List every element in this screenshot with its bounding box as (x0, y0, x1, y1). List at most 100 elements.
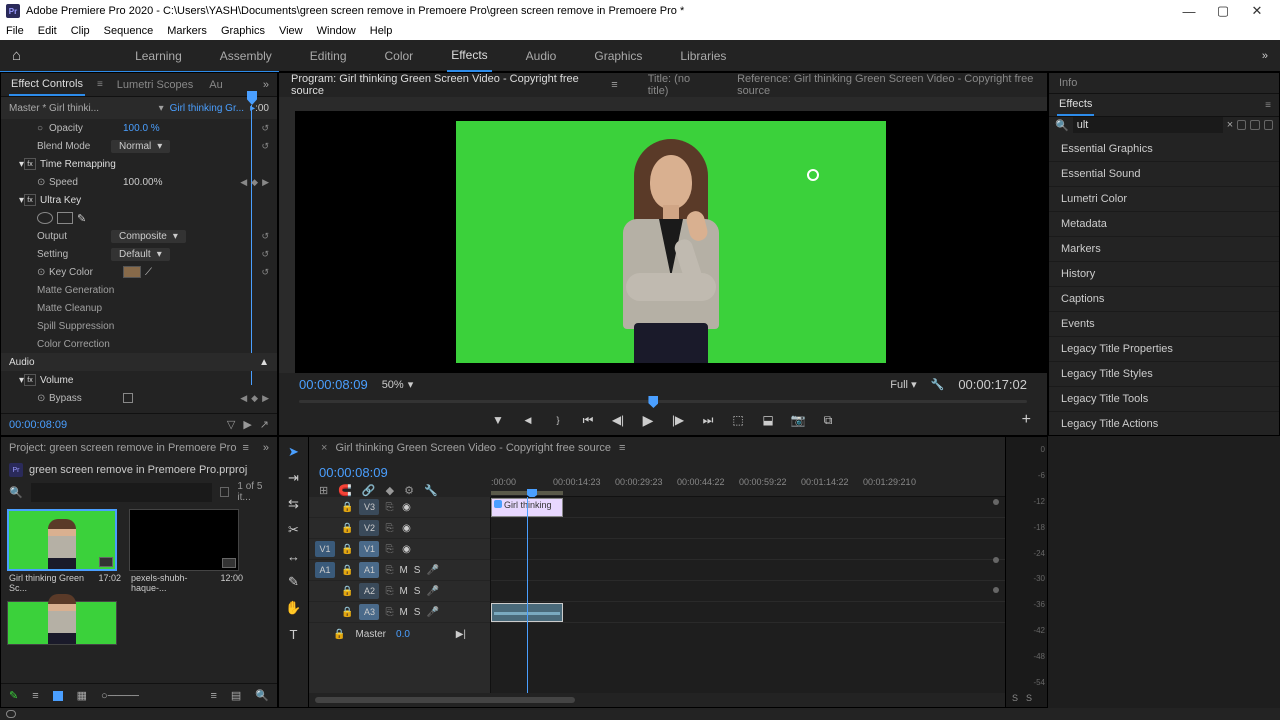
accel-badge-icon[interactable] (1237, 120, 1246, 130)
tab-info[interactable]: Info (1057, 73, 1079, 93)
time-ruler[interactable]: :00:00 00:00:14:23 00:00:29:23 00:00:44:… (491, 475, 1005, 497)
seq-menu-icon[interactable]: ≡ (619, 442, 625, 454)
scroll-marker-icon[interactable] (993, 587, 999, 593)
ec-output-reset-icon[interactable]: ↺ (261, 231, 269, 242)
effects-menu-icon[interactable]: ≡ (1265, 100, 1271, 111)
resolution-dropdown[interactable]: Full ▾ (890, 378, 916, 391)
ec-spill[interactable]: Spill Suppression (37, 321, 114, 332)
track-head-v3[interactable]: 🔒V3⎘◉ (309, 497, 490, 518)
ec-time-remap[interactable]: Time Remapping (40, 159, 116, 170)
ws-learning[interactable]: Learning (131, 41, 186, 71)
tab-effect-controls[interactable]: Effect Controls (9, 74, 85, 96)
ec-bypass-label[interactable]: Bypass (49, 393, 123, 404)
menu-clip[interactable]: Clip (71, 25, 90, 37)
ec-blend-dropdown[interactable]: Normal▾ (111, 140, 170, 153)
panel-essential-sound[interactable]: Essential Sound (1049, 162, 1279, 187)
write-icon[interactable]: ✎ (9, 689, 18, 702)
track-head-v1[interactable]: V1🔒V1⎘◉ (309, 539, 490, 560)
extract-button[interactable]: ⬓ (760, 412, 776, 428)
list-view-icon[interactable]: ≡ (32, 690, 38, 702)
menu-sequence[interactable]: Sequence (104, 25, 154, 37)
ws-color[interactable]: Color (381, 41, 418, 71)
nest-icon[interactable]: ⊞ (319, 484, 328, 497)
project-tab[interactable]: Project: green screen remove in Premoere… (9, 442, 236, 454)
settings-icon[interactable]: ⚙ (404, 484, 414, 497)
hand-tool[interactable]: ✋ (285, 599, 303, 617)
sort-icon[interactable]: ≡ (210, 690, 216, 702)
master-value[interactable]: 0.0 (396, 629, 410, 640)
playhead-icon[interactable] (648, 396, 658, 408)
solo-l-button[interactable]: S (1012, 693, 1018, 703)
ruler-horizontal[interactable] (279, 97, 1047, 111)
mask-ellipse-icon[interactable] (37, 212, 53, 224)
tab-lumetri-scopes[interactable]: Lumetri Scopes (115, 75, 195, 95)
ws-effects[interactable]: Effects (447, 40, 491, 72)
panel-legacy-title-tools[interactable]: Legacy Title Tools (1049, 387, 1279, 412)
ws-assembly[interactable]: Assembly (216, 41, 276, 71)
panel-legacy-title-styles[interactable]: Legacy Title Styles (1049, 362, 1279, 387)
prog-tab-menu-icon[interactable]: ≡ (611, 79, 617, 91)
button-editor-icon[interactable]: + (1022, 411, 1031, 429)
fx-icon[interactable]: fx (24, 374, 36, 386)
automate-icon[interactable]: ▤ (231, 689, 241, 702)
mask-rect-icon[interactable] (57, 212, 73, 224)
key-color-swatch[interactable] (123, 266, 141, 278)
lock-icon[interactable]: 🔒 (341, 544, 353, 555)
sync-icon[interactable]: ⎘ (385, 607, 393, 618)
sync-icon[interactable]: ⎘ (385, 544, 393, 555)
menu-help[interactable]: Help (370, 25, 393, 37)
panel-history[interactable]: History (1049, 262, 1279, 287)
ec-setting-dropdown[interactable]: Default▾ (111, 248, 170, 261)
project-menu-icon[interactable]: ≡ (242, 442, 248, 454)
panel-legacy-title-actions[interactable]: Legacy Title Actions (1049, 412, 1279, 436)
close-button[interactable]: ✕ (1240, 0, 1274, 22)
panel-legacy-title-props[interactable]: Legacy Title Properties (1049, 337, 1279, 362)
maximize-button[interactable]: ▢ (1206, 0, 1240, 22)
program-tab[interactable]: Program: Girl thinking Green Screen Vide… (291, 73, 581, 97)
mark-out-button[interactable]: } (550, 412, 566, 428)
ec-keycolor-label[interactable]: Key Color (49, 267, 123, 278)
program-canvas[interactable] (295, 111, 1047, 373)
ec-speed-value[interactable]: 100.00% (123, 177, 162, 188)
tab-audio-clip[interactable]: Au (207, 75, 224, 95)
ec-opacity-reset-icon[interactable]: ↺ (261, 123, 269, 134)
master-go-icon[interactable]: ▶| (456, 629, 466, 640)
ec-master-label[interactable]: Master * Girl thinki... (9, 103, 153, 114)
zoom-dropdown[interactable]: 50%▾ (382, 378, 414, 391)
eye-icon[interactable]: ◉ (399, 523, 413, 534)
mask-pen-icon[interactable]: ✎ (77, 212, 93, 224)
track-head-a1[interactable]: A1🔒A1⎘MS🎤 (309, 560, 490, 581)
timeline-timecode[interactable]: 00:00:08:09 (319, 465, 481, 480)
ec-matte-clean[interactable]: Matte Cleanup (37, 303, 102, 314)
sync-icon[interactable]: ⎘ (385, 523, 393, 534)
menu-edit[interactable]: Edit (38, 25, 57, 37)
mic-icon[interactable]: 🎤 (426, 565, 438, 576)
step-forward-button[interactable]: |▶ (670, 412, 686, 428)
ws-overflow-icon[interactable]: » (1262, 50, 1268, 62)
audio-collapse-icon[interactable]: ▲ (259, 357, 269, 368)
title-tab[interactable]: Title: (no title) (648, 73, 707, 97)
scroll-marker-icon[interactable] (993, 499, 999, 505)
ws-graphics[interactable]: Graphics (590, 41, 646, 71)
mute-button[interactable]: M (399, 586, 407, 597)
program-timecode[interactable]: 00:00:08:09 (299, 377, 368, 392)
scroll-marker-icon[interactable] (993, 557, 999, 563)
ec-overflow-icon[interactable]: » (263, 79, 269, 91)
go-to-in-button[interactable]: ⏮ (580, 412, 596, 428)
export-frame-button[interactable]: 📷 (790, 412, 806, 428)
panel-markers[interactable]: Markers (1049, 237, 1279, 262)
thumbnail[interactable] (7, 509, 117, 571)
add-marker-icon[interactable]: ▼ (490, 412, 506, 428)
pen-tool[interactable]: ✎ (285, 573, 303, 591)
razor-tool[interactable]: ✂ (285, 521, 303, 539)
lock-icon[interactable]: 🔒 (341, 607, 353, 618)
ec-blend-reset-icon[interactable]: ↺ (261, 141, 269, 152)
track-select-tool[interactable]: ⇥ (285, 469, 303, 487)
panel-captions[interactable]: Captions (1049, 287, 1279, 312)
playhead-line[interactable] (527, 497, 528, 693)
mute-button[interactable]: M (399, 565, 407, 576)
ws-editing[interactable]: Editing (306, 41, 351, 71)
minimize-button[interactable]: — (1172, 0, 1206, 22)
ec-play-icon[interactable]: ▶ (243, 418, 251, 431)
reference-tab[interactable]: Reference: Girl thinking Green Screen Vi… (737, 73, 1035, 97)
